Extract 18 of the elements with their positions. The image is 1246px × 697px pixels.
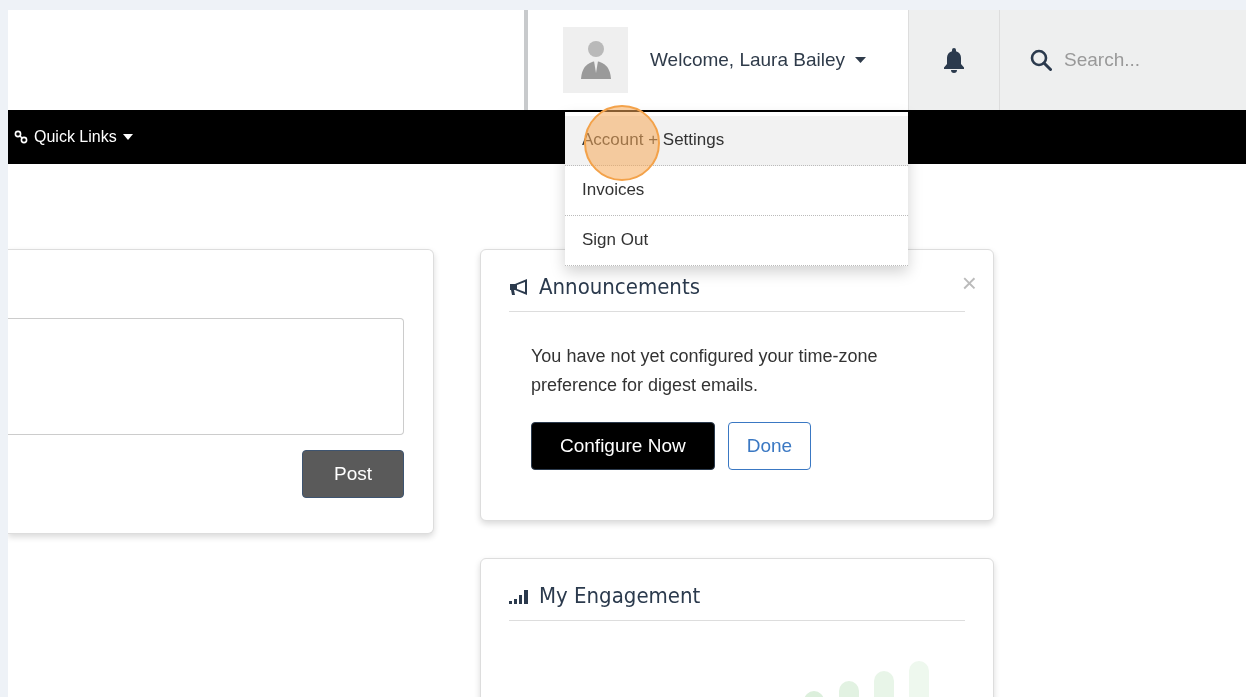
caret-icon [122, 134, 133, 140]
search-icon[interactable] [1030, 49, 1052, 71]
user-menu-button[interactable]: Welcome, Laura Bailey [650, 49, 867, 71]
quick-links-menu[interactable]: Quick Links [14, 128, 133, 146]
card-title: Announcements [539, 274, 700, 299]
search-field[interactable]: Search... [1062, 48, 1216, 72]
bell-icon[interactable] [943, 47, 965, 73]
configure-button[interactable]: Configure Now [531, 422, 715, 470]
post-field[interactable] [8, 318, 404, 435]
menu-item[interactable]: Sign Out [565, 216, 908, 266]
announcement-text: You have not yet configured your time-zone preference for digest emails. [531, 345, 879, 397]
menu-item[interactable]: Invoices [565, 166, 908, 216]
post-button[interactable]: Post [302, 450, 404, 498]
caret-icon [855, 57, 867, 63]
done-button[interactable]: Done [727, 422, 812, 470]
link-icon [14, 130, 28, 144]
signal-bars-icon [509, 587, 531, 604]
card-title: My Engagement [539, 583, 701, 608]
